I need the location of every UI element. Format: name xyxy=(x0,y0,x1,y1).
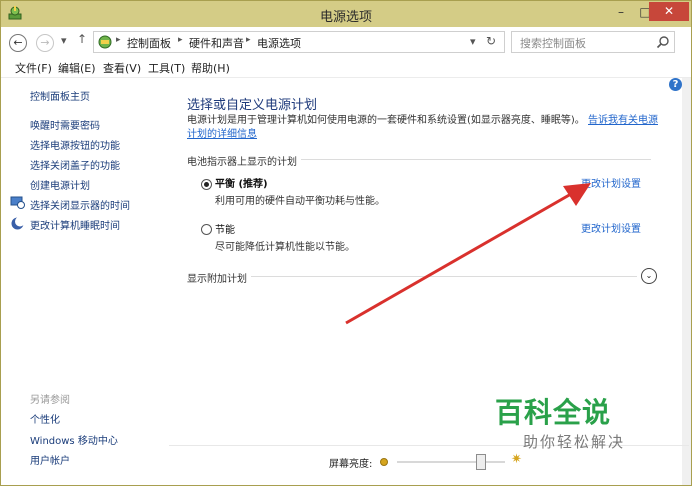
menu-edit[interactable]: 编辑(E) xyxy=(58,60,96,76)
sidebar-item-power-buttons[interactable]: 选择电源按钮的功能 xyxy=(30,137,120,152)
menu-file[interactable]: 文件(F) xyxy=(15,60,52,76)
plan-balanced-name[interactable]: 平衡 (推荐) xyxy=(215,175,268,190)
menu-bar: 文件(F) 编辑(E) 查看(V) 工具(T) 帮助(H) xyxy=(1,57,691,78)
sidebar-item-display-off[interactable]: 选择关闭显示器的时间 xyxy=(30,197,130,212)
control-panel-icon xyxy=(98,35,112,49)
see-also-mobility-center[interactable]: Windows 移动中心 xyxy=(30,432,118,447)
bright-sun-icon: ✷ xyxy=(511,452,522,467)
address-bar[interactable]: ▸ 控制面板 ▸ 硬件和声音 ▸ 电源选项 ▾ ↻ xyxy=(93,31,505,53)
help-icon[interactable]: ? xyxy=(669,78,682,91)
see-also-label: 另请参阅 xyxy=(30,395,70,406)
menu-tools[interactable]: 工具(T) xyxy=(148,60,185,76)
expand-chevron-icon[interactable]: ⌄ xyxy=(641,268,657,284)
breadcrumb-power-options[interactable]: 电源选项 xyxy=(257,35,301,51)
watermark-title: 百科全说 xyxy=(495,396,612,429)
section-divider xyxy=(301,159,651,160)
up-button[interactable]: ↑ xyxy=(77,32,87,46)
show-additional-plans-label[interactable]: 显示附加计划 xyxy=(187,270,247,285)
plan-balanced-change-settings-link[interactable]: 更改计划设置 xyxy=(581,175,641,190)
search-icon[interactable] xyxy=(656,35,670,49)
refresh-button[interactable]: ↻ xyxy=(486,34,496,48)
navigation-bar: ← → ▾ ↑ ▸ 控制面板 ▸ 硬件和声音 ▸ 电源选项 ▾ ↻ 搜索控制面板 xyxy=(1,27,691,58)
breadcrumb-separator: ▸ xyxy=(116,35,121,45)
breadcrumb-separator: ▸ xyxy=(178,35,183,45)
window-title: 电源选项 xyxy=(319,10,372,25)
plan-power-saver-name[interactable]: 节能 xyxy=(215,221,235,236)
sidebar-item-create-plan[interactable]: 创建电源计划 xyxy=(30,177,90,192)
dim-sun-icon xyxy=(380,458,388,466)
page-description: 电源计划是用于管理计算机如何使用电源的一套硬件和系统设置(如显示器亮度、睡眠等)… xyxy=(187,114,659,142)
plan-power-saver-radio[interactable] xyxy=(201,224,212,235)
page-title: 选择或自定义电源计划 xyxy=(187,98,318,113)
scrollbar[interactable] xyxy=(682,78,691,485)
breadcrumb-separator: ▸ xyxy=(246,35,251,45)
search-box[interactable]: 搜索控制面板 xyxy=(511,31,675,53)
minimize-button[interactable]: – xyxy=(608,3,634,21)
menu-view[interactable]: 查看(V) xyxy=(103,60,141,76)
sidebar-item-lid-close[interactable]: 选择关闭盖子的功能 xyxy=(30,157,120,172)
additional-plans-divider xyxy=(251,276,637,277)
window: 电源选项 – □ ✕ ← → ▾ ↑ ▸ 控制面板 ▸ 硬件和声音 ▸ 电源选项… xyxy=(0,0,692,486)
close-button[interactable]: ✕ xyxy=(649,2,689,21)
back-button[interactable]: ← xyxy=(9,34,27,52)
breadcrumb-hardware-sound[interactable]: 硬件和声音 xyxy=(189,35,244,51)
plan-power-saver-change-settings-link[interactable]: 更改计划设置 xyxy=(581,220,641,235)
see-also-personalization[interactable]: 个性化 xyxy=(30,411,60,426)
moon-icon xyxy=(11,216,25,230)
plan-power-saver-desc: 尽可能降低计算机性能以节能。 xyxy=(215,242,355,253)
breadcrumb-control-panel[interactable]: 控制面板 xyxy=(127,35,171,51)
brightness-label: 屏幕亮度: xyxy=(329,459,373,470)
description-text: 电源计划是用于管理计算机如何使用电源的一套硬件和系统设置(如显示器亮度、睡眠等)… xyxy=(187,115,585,126)
sidebar-control-panel-home[interactable]: 控制面板主页 xyxy=(30,88,90,103)
watermark-subtitle: 助你轻松解决 xyxy=(523,433,626,451)
sidebar-item-sleep-time[interactable]: 更改计算机睡眠时间 xyxy=(30,217,120,232)
sidebar-item-wake-password[interactable]: 唤醒时需要密码 xyxy=(30,117,100,132)
title-bar: 电源选项 – □ ✕ xyxy=(1,1,691,27)
section-title: 电池指示器上显示的计划 xyxy=(187,157,297,168)
address-dropdown-icon[interactable]: ▾ xyxy=(470,35,476,48)
see-also-user-accounts[interactable]: 用户帐户 xyxy=(30,452,70,467)
recent-locations-dropdown[interactable]: ▾ xyxy=(61,34,67,47)
menu-help[interactable]: 帮助(H) xyxy=(191,60,230,76)
brightness-slider[interactable] xyxy=(397,461,505,463)
monitor-clock-icon xyxy=(10,196,25,209)
brightness-slider-thumb[interactable] xyxy=(476,454,487,470)
sidebar: 控制面板主页 唤醒时需要密码 选择电源按钮的功能 选择关闭盖子的功能 创建电源计… xyxy=(1,78,169,485)
forward-button[interactable]: → xyxy=(36,34,54,52)
plan-balanced-radio[interactable] xyxy=(201,179,212,190)
plan-balanced-desc: 利用可用的硬件自动平衡功耗与性能。 xyxy=(215,196,385,207)
search-placeholder: 搜索控制面板 xyxy=(520,37,586,50)
